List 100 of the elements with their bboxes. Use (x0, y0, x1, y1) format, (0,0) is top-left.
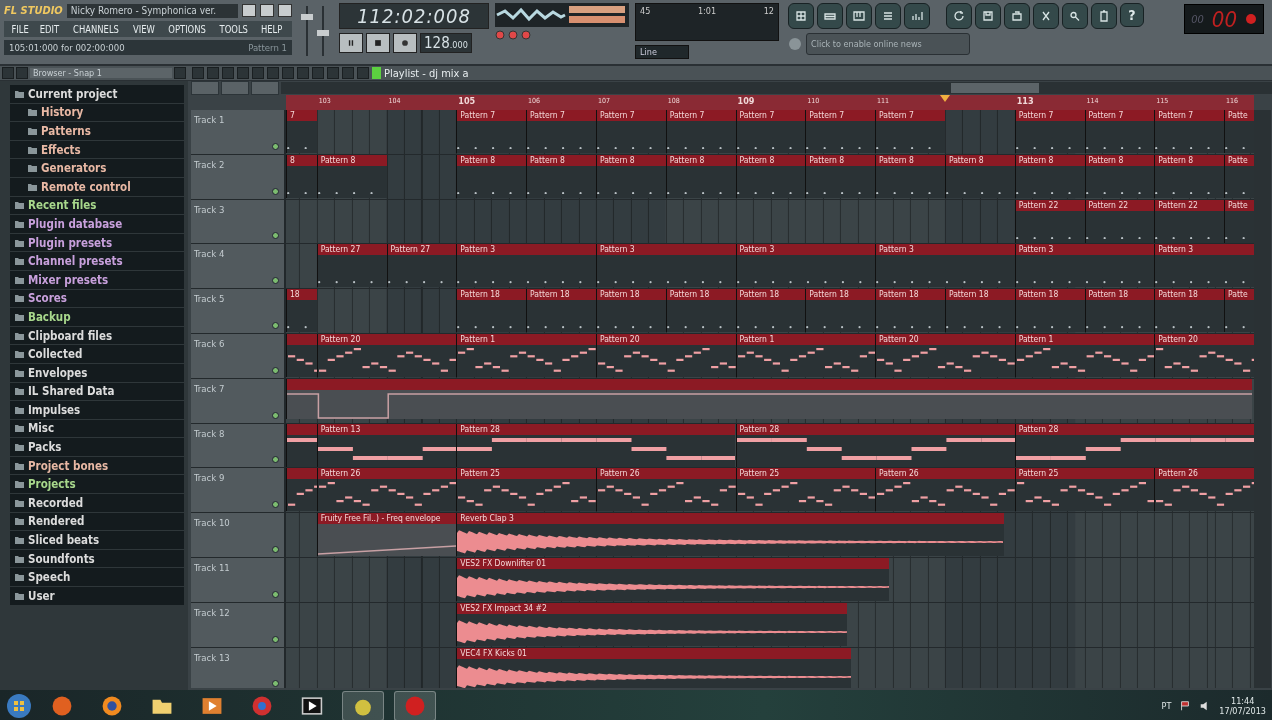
track-header[interactable]: Track 12 (191, 602, 286, 647)
browser-item[interactable]: Backup (10, 308, 184, 327)
menu-item[interactable]: VIEW (129, 22, 159, 36)
browser-item[interactable]: Channel presets (10, 252, 184, 271)
clip[interactable]: Pattern 18 (805, 289, 876, 333)
browser-item[interactable]: Projects (10, 475, 184, 495)
clip[interactable]: Pattern 27 (386, 244, 457, 288)
pause-button[interactable] (339, 33, 363, 53)
news-field[interactable]: Click to enable online news (806, 33, 970, 55)
box-button[interactable] (1004, 3, 1030, 29)
track-lane[interactable]: Pattern 13 Pattern 28 Pattern 28 Pattern 28 (286, 423, 1254, 468)
clip[interactable]: Pattern 3 (595, 244, 736, 288)
clip[interactable]: Pattern 27 (316, 244, 387, 288)
clip[interactable]: Pattern 26 (595, 468, 736, 512)
track-header[interactable]: Track 4 (191, 244, 286, 289)
track-header[interactable]: Track 9 (191, 468, 286, 513)
track-header[interactable]: Track 1 (191, 110, 286, 154)
clip[interactable]: Pattern 22 (1014, 199, 1085, 243)
clip[interactable] (286, 468, 317, 512)
play-icon[interactable] (301, 695, 323, 717)
menu-item[interactable]: FILE (8, 22, 33, 36)
clip[interactable]: Pattern 20 (875, 334, 1015, 377)
clip[interactable]: Pattern 18 (665, 289, 736, 333)
clip[interactable]: Pattern 28 (1014, 423, 1254, 467)
clip[interactable]: Pattern 8 (665, 154, 736, 198)
minimize-button[interactable] (242, 4, 256, 17)
track-lane[interactable]: 7 Pattern 7 Pattern 7 Pattern 7 Pattern 7 Pattern 7 Pattern 7 Pattern 7 Pattern 7 Pattern 7 Pattern 7 Patte (286, 110, 1254, 154)
scrollbar[interactable] (1254, 110, 1271, 688)
clip[interactable]: Pattern 7 (1084, 110, 1155, 153)
track-led[interactable] (272, 501, 279, 509)
track-led[interactable] (272, 456, 279, 464)
clip[interactable]: Pattern 8 (805, 154, 876, 198)
drum-button[interactable] (817, 3, 843, 29)
clip[interactable]: Pattern 3 (875, 244, 1015, 288)
clip[interactable]: Pattern 7 (875, 110, 945, 153)
track-led[interactable] (272, 142, 279, 150)
scroll-thumb[interactable] (951, 83, 1039, 93)
clip[interactable]: VEC4 FX Kicks 01 (456, 647, 852, 688)
track-led[interactable] (272, 680, 279, 688)
track-header[interactable]: Track 6 (191, 334, 286, 378)
clip[interactable]: Pattern 20 (595, 334, 736, 377)
search-button[interactable] (1062, 3, 1088, 29)
clip[interactable]: Pattern 22 (1154, 199, 1225, 243)
clipboard-button[interactable] (1091, 3, 1117, 29)
clip[interactable]: Pattern 3 (456, 244, 596, 288)
clip[interactable]: Pattern 18 (1084, 289, 1155, 333)
clip[interactable]: Pattern 18 (595, 289, 666, 333)
clip[interactable]: Pattern 20 (1154, 334, 1254, 377)
clip[interactable]: VES2 FX Downlifter 01 (456, 557, 890, 601)
clip[interactable]: Pattern 18 (526, 289, 596, 333)
browser-item[interactable]: Patterns (10, 122, 184, 141)
clip[interactable]: 18 (286, 289, 317, 333)
track-led[interactable] (272, 411, 279, 419)
clip[interactable]: Pattern 8 (1154, 154, 1225, 198)
clip[interactable]: Fruity Free Fil..) - Freq envelope (316, 513, 457, 557)
clip[interactable]: Pattern 3 (1154, 244, 1254, 288)
clip[interactable]: Patte (1224, 199, 1254, 243)
clip[interactable]: Pattern 18 (944, 289, 1015, 333)
stop-button[interactable] (366, 33, 390, 53)
browser-item[interactable]: Recorded (10, 494, 184, 513)
track-lane[interactable]: Pattern 26 Pattern 25 Pattern 26 Pattern 25 Pattern 26 Pattern 25 Pattern 26 (286, 468, 1254, 513)
track-header[interactable]: Track 3 (191, 199, 286, 244)
clip[interactable]: Reverb Clap 3 (456, 513, 1004, 557)
menu-item[interactable]: EDIT (36, 22, 63, 36)
clip[interactable]: Pattern 18 (1014, 289, 1085, 333)
track-led[interactable] (272, 277, 279, 285)
clip[interactable]: Pattern 3 (735, 244, 876, 288)
track-lane[interactable]: 8 Pattern 8 Pattern 8 Pattern 8 Pattern 8 Pattern 8 Pattern 8 Pattern 8 Pattern 8 Pattern 8 Pattern 8 Pattern 8 Pattern 8 Patte (286, 154, 1254, 199)
record-button[interactable] (393, 33, 417, 53)
clip[interactable]: Pattern 8 (1014, 154, 1085, 198)
track-led[interactable] (272, 635, 279, 643)
clip[interactable]: Pattern 8 (526, 154, 596, 198)
browser-item[interactable]: User (10, 587, 184, 606)
track-header[interactable]: Track 13 (191, 647, 286, 688)
clip[interactable]: Patte (1224, 110, 1254, 153)
clip[interactable]: Pattern 8 (1084, 154, 1155, 198)
refresh-button[interactable] (946, 3, 972, 29)
clip[interactable]: Pattern 8 (875, 154, 945, 198)
clip[interactable]: Pattern 18 (875, 289, 945, 333)
disk-button[interactable] (975, 3, 1001, 29)
menu-item[interactable]: HELP (257, 22, 286, 36)
browser-item[interactable]: Speech (10, 568, 184, 588)
menu-item[interactable]: TOOLS (216, 22, 252, 36)
clip[interactable]: Pattern 20 (316, 334, 457, 377)
browser-item[interactable]: Sliced beats (10, 531, 184, 550)
menu-item[interactable]: OPTIONS (164, 22, 210, 36)
clip[interactable]: 8 (286, 154, 317, 198)
clip[interactable]: Pattern 7 (665, 110, 736, 153)
clip[interactable]: Pattern 7 (456, 110, 527, 153)
clip[interactable]: Pattern 8 (316, 154, 387, 198)
clock-date[interactable]: 17/07/2013 (1219, 706, 1266, 716)
clip[interactable] (286, 334, 317, 377)
track-header[interactable]: Track 11 (191, 557, 286, 602)
track-led[interactable] (272, 322, 279, 329)
clock-time[interactable]: 11:44 (1231, 696, 1255, 706)
track-header[interactable]: Track 8 (191, 423, 286, 468)
tempo-display[interactable]: 128.000 (420, 33, 472, 53)
clip[interactable]: Pattern 7 (526, 110, 596, 153)
browser-item[interactable]: Current project (10, 85, 184, 104)
clip[interactable]: Pattern 8 (944, 154, 1015, 198)
